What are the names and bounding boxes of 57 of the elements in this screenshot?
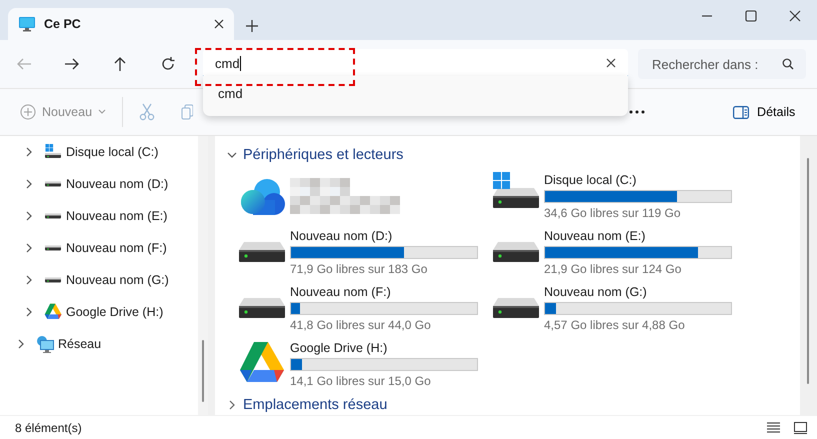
close-icon[interactable] — [789, 10, 801, 22]
hard-drive-icon — [44, 245, 62, 251]
section-header[interactable]: Emplacements réseau — [243, 397, 388, 413]
google-drive-icon — [44, 303, 62, 321]
search-field[interactable]: Rechercher dans : — [638, 49, 806, 79]
forward-arrow-icon[interactable] — [64, 56, 80, 72]
sidebar-item[interactable]: Nouveau nom (G:) — [0, 264, 198, 296]
search-icon[interactable] — [782, 58, 794, 70]
maximize-icon[interactable] — [745, 10, 757, 22]
drive-tile[interactable]: Nouveau nom (F:) 41,8 Go libres sur 44,0 Go — [238, 280, 492, 336]
hard-drive-icon — [44, 213, 62, 219]
hard-drive-icon — [492, 297, 540, 319]
hard-drive-icon — [44, 181, 62, 187]
chevron-icon[interactable] — [24, 179, 34, 189]
up-arrow-icon[interactable] — [112, 56, 128, 72]
sidebar-item[interactable]: Nouveau nom (F:) — [0, 232, 198, 264]
sidebar-item[interactable]: Disque local (C:) — [0, 136, 198, 168]
network-icon — [36, 335, 54, 353]
list-view-icon[interactable] — [767, 422, 780, 433]
computer-icon — [18, 16, 36, 32]
sidebar-item[interactable]: Nouveau nom (D:) — [0, 168, 198, 200]
chevron-icon[interactable] — [227, 150, 237, 160]
drive-tile[interactable]: Nouveau nom (D:) 71,9 Go libres sur 183 Go — [238, 224, 492, 280]
chevron-icon[interactable] — [16, 339, 26, 349]
text-cursor — [240, 56, 241, 70]
section-header[interactable]: Périphériques et lecteurs — [243, 147, 404, 163]
hard-drive-icon — [492, 241, 540, 263]
hard-drive-icon — [238, 241, 286, 263]
tiles-view-icon[interactable] — [794, 422, 807, 434]
drive-tile[interactable]: Google Drive (H:) 14,1 Go libres sur 15,0 Go — [238, 336, 492, 392]
chevron-icon[interactable] — [24, 147, 34, 157]
details-pane-icon — [733, 106, 750, 118]
drive-tile[interactable]: Nouveau nom (G:) 4,57 Go libres sur 4,88 Go — [492, 280, 746, 336]
suggestion-item[interactable]: cmd — [203, 82, 628, 105]
sidebar-item[interactable]: Google Drive (H:) — [0, 296, 198, 328]
details-button[interactable]: Détails — [731, 101, 798, 123]
caret-icon — [98, 109, 106, 115]
hard-drive-icon — [44, 277, 62, 283]
chevron-icon[interactable] — [227, 400, 237, 410]
drive-tile[interactable]: Disque local (C:) 34,6 Go libres sur 119 Go — [492, 168, 746, 224]
more-options-icon[interactable] — [629, 110, 646, 114]
chevron-icon[interactable] — [24, 211, 34, 221]
clear-icon[interactable] — [606, 58, 616, 68]
hard-drive-icon — [238, 297, 286, 319]
system-drive-icon — [44, 143, 62, 161]
refresh-icon[interactable] — [160, 56, 176, 72]
new-tab-icon[interactable] — [246, 20, 258, 32]
close-tab-icon[interactable] — [214, 19, 224, 29]
sidebar-item[interactable]: Réseau — [0, 328, 198, 360]
chevron-icon[interactable] — [24, 243, 34, 253]
chevron-icon[interactable] — [24, 307, 34, 317]
tab[interactable]: Ce PC — [8, 8, 234, 40]
plus-icon — [20, 104, 36, 120]
chevron-icon[interactable] — [24, 275, 34, 285]
sidebar-item[interactable]: Nouveau nom (E:) — [0, 200, 198, 232]
item-count: 8 élément(s) — [15, 420, 83, 434]
drive-tile[interactable]: Nouveau nom (E:) 21,9 Go libres sur 124 Go — [492, 224, 746, 280]
